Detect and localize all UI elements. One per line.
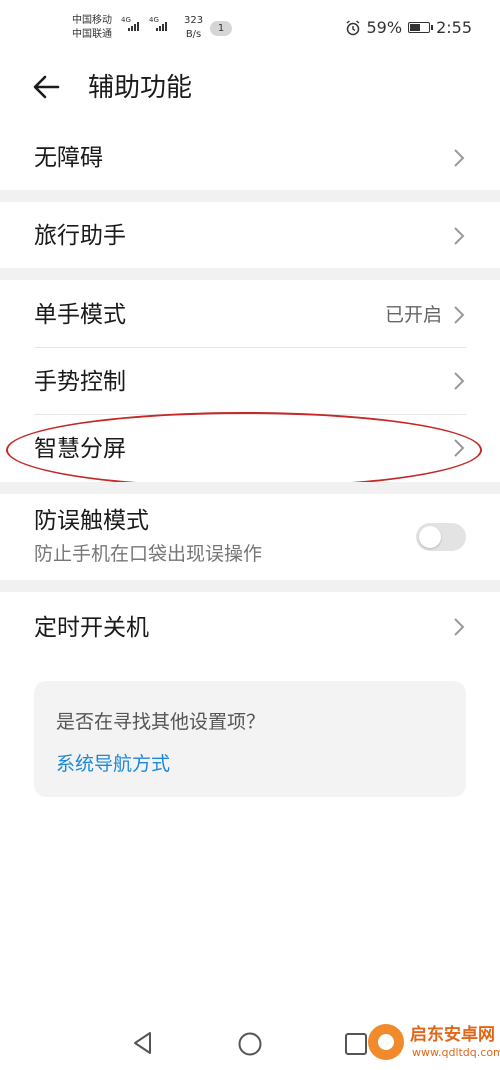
list-item-description: 防止手机在口袋出现误操作 — [34, 543, 263, 565]
watermark-url: www.qdltdq.com — [412, 1046, 500, 1059]
highlight-circle — [6, 412, 482, 488]
system-navigation-link[interactable]: 系统导航方式 — [56, 749, 170, 776]
network-speed: 323 B/s — [184, 14, 203, 42]
battery-icon — [408, 22, 434, 33]
chevron-right-icon — [454, 618, 465, 636]
list-item-label: 旅行助手 — [34, 223, 126, 249]
list-item-scheduled-power[interactable]: 定时开关机 — [0, 592, 500, 662]
section-gap — [0, 580, 500, 592]
speed-unit: B/s — [185, 29, 202, 40]
notification-badge: 1 — [210, 21, 232, 36]
list-item-label: 无障碍 — [34, 145, 103, 171]
carrier-names: 中国移动 中国联通 — [72, 14, 112, 42]
list-item-label: 防误触模式 — [34, 508, 149, 534]
speed-value: 323 — [184, 15, 204, 26]
one-hand-mode-status: 已开启 — [384, 304, 442, 326]
accidental-touch-toggle[interactable] — [416, 523, 466, 551]
carrier-2: 中国联通 — [72, 29, 112, 40]
list-item-label: 单手模式 — [34, 302, 126, 328]
list-item-label: 手势控制 — [34, 369, 126, 395]
chevron-right-icon — [454, 372, 465, 390]
list-item-accidental-touch: 防误触模式 防止手机在口袋出现误操作 — [0, 494, 500, 580]
list-item-accessibility[interactable]: 无障碍 — [0, 126, 500, 190]
back-nav-icon[interactable] — [131, 1030, 155, 1056]
signal-icon — [156, 22, 167, 31]
status-bar: 中国移动 中国联通 4G 4G 323 B/s 1 59% 2:55 — [0, 0, 500, 56]
home-nav-icon[interactable] — [237, 1031, 263, 1057]
list-item-label: 定时开关机 — [34, 615, 149, 641]
watermark-title: 启东安卓网 — [410, 1025, 495, 1045]
watermark-logo-icon — [368, 1024, 404, 1060]
list-item-one-hand-mode[interactable]: 单手模式 已开启 — [0, 280, 500, 347]
section-gap — [0, 482, 500, 494]
chevron-right-icon — [454, 227, 465, 245]
carrier-1: 中国移动 — [72, 15, 112, 26]
system-status: 59% 2:55 — [345, 18, 472, 37]
suggestion-card: 是否在寻找其他设置项？ 系统导航方式 — [34, 681, 466, 797]
app-bar: 辅助功能 — [0, 56, 500, 120]
toggle-knob — [419, 526, 441, 548]
suggestion-question: 是否在寻找其他设置项？ — [56, 711, 266, 733]
section-gap — [0, 268, 500, 280]
clock: 2:55 — [436, 18, 472, 37]
arrow-left-icon[interactable] — [30, 70, 64, 104]
page-title: 辅助功能 — [88, 73, 193, 103]
watermark: 启东安卓网 www.qdltdq.com — [360, 1014, 500, 1070]
list-item-travel-assistant[interactable]: 旅行助手 — [0, 202, 500, 268]
chevron-right-icon — [454, 306, 465, 324]
battery-percent: 59% — [366, 18, 403, 37]
alarm-clock-icon — [346, 19, 359, 35]
list-item-gesture-control[interactable]: 手势控制 — [0, 348, 500, 414]
battery-level — [410, 24, 421, 31]
chevron-right-icon — [454, 149, 465, 167]
section-gap — [0, 190, 500, 202]
signal-icon — [128, 22, 139, 31]
